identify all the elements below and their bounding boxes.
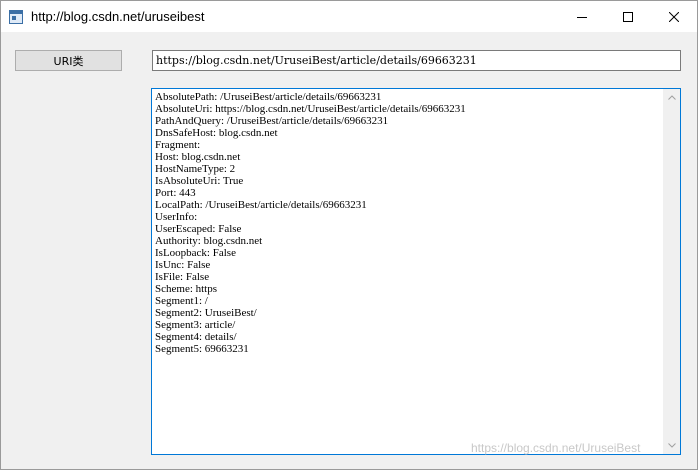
output-line: Segment1: / [155,295,208,307]
output-line: DnsSafeHost: blog.csdn.net [155,127,278,139]
output-line: Segment4: details/ [155,331,237,343]
uri-button[interactable]: URI类 [15,50,122,71]
minimize-icon [577,16,587,18]
maximize-icon [623,11,633,22]
watermark: https://blog.csdn.net/UruseiBest [471,441,641,455]
output-line: HostNameType: 2 [155,163,236,175]
output-line: IsUnc: False [155,259,211,271]
minimize-button[interactable] [559,1,605,32]
output-line: PathAndQuery: /UruseiBest/article/detail… [155,115,389,127]
vertical-scrollbar[interactable] [663,89,680,454]
output-line: IsLoopback: False [155,247,236,259]
output-line: Fragment: [155,139,201,151]
output-line: UserEscaped: False [155,223,242,235]
output-line: Scheme: https [155,283,218,295]
scroll-up-button[interactable] [663,89,680,106]
output-line: AbsolutePath: /UruseiBest/article/detail… [155,91,382,103]
output-lines: AbsolutePath: /UruseiBest/article/detail… [155,91,660,355]
output-line: LocalPath: /UruseiBest/article/details/6… [155,199,367,211]
url-input[interactable]: https://blog.csdn.net/UruseiBest/article… [152,50,681,71]
output-line: Port: 443 [155,187,196,199]
maximize-button[interactable] [605,1,651,32]
output-line: IsFile: False [155,271,210,283]
close-icon [669,11,679,22]
close-button[interactable] [651,1,697,32]
title-bar[interactable]: http://blog.csdn.net/uruseibest [1,1,697,32]
output-line: Segment5: 69663231 [155,343,249,355]
chevron-down-icon [667,443,676,448]
output-line: Segment2: UruseiBest/ [155,307,257,319]
app-icon[interactable] [9,10,23,24]
app-window: http://blog.csdn.net/uruseibest URI类 htt… [0,0,698,470]
output-line: UserInfo: [155,211,198,223]
output-line: AbsoluteUri: https://blog.csdn.net/Uruse… [155,103,466,115]
output-line: IsAbsoluteUri: True [155,175,244,187]
window-title: http://blog.csdn.net/uruseibest [31,9,205,24]
output-line: Segment3: article/ [155,319,236,331]
scroll-down-button[interactable] [663,437,680,454]
chevron-up-icon [667,95,676,100]
output-textbox[interactable]: AbsolutePath: /UruseiBest/article/detail… [151,88,681,455]
output-line: Host: blog.csdn.net [155,151,241,163]
output-line: Authority: blog.csdn.net [155,235,263,247]
